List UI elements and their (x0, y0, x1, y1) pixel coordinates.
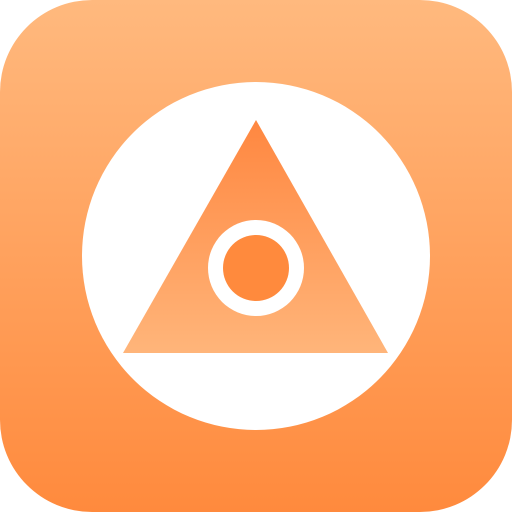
app-icon-canvas (0, 0, 512, 512)
eye-pupil (223, 235, 289, 301)
app-icon (0, 0, 512, 512)
